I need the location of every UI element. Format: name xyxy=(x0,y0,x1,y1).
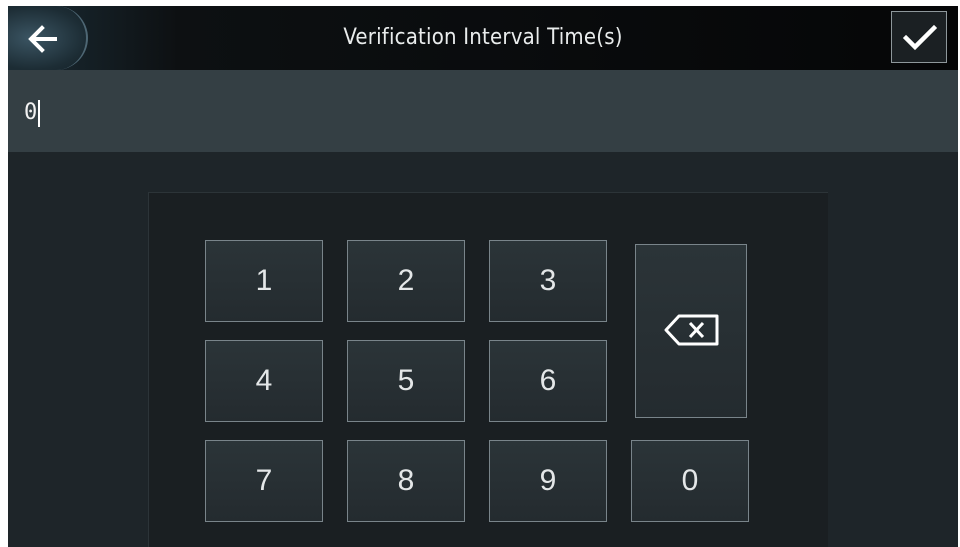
key-1[interactable]: 1 xyxy=(205,240,323,322)
page-title: Verification Interval Time(s) xyxy=(343,25,623,50)
key-8[interactable]: 8 xyxy=(347,440,465,522)
numeric-keypad: 1 2 3 4 5 6 7 8 9 0 xyxy=(148,192,828,547)
key-2[interactable]: 2 xyxy=(347,240,465,322)
key-7[interactable]: 7 xyxy=(205,440,323,522)
value-input-field[interactable]: 0 xyxy=(8,70,958,152)
checkmark-icon xyxy=(903,24,937,51)
key-9[interactable]: 9 xyxy=(489,440,607,522)
verification-interval-screen: Verification Interval Time(s) 0 1 2 3 4 … xyxy=(8,6,958,547)
key-5[interactable]: 5 xyxy=(347,340,465,422)
confirm-button[interactable] xyxy=(891,11,947,63)
backspace-icon xyxy=(664,314,719,346)
back-arrow-icon xyxy=(28,25,57,53)
input-value: 0 xyxy=(24,100,38,125)
key-0[interactable]: 0 xyxy=(631,440,749,522)
back-button[interactable] xyxy=(8,6,88,70)
key-6[interactable]: 6 xyxy=(489,340,607,422)
text-cursor xyxy=(38,100,40,127)
key-4[interactable]: 4 xyxy=(205,340,323,422)
header-bar: Verification Interval Time(s) xyxy=(8,6,958,70)
key-3[interactable]: 3 xyxy=(489,240,607,322)
backspace-button[interactable] xyxy=(635,244,747,418)
